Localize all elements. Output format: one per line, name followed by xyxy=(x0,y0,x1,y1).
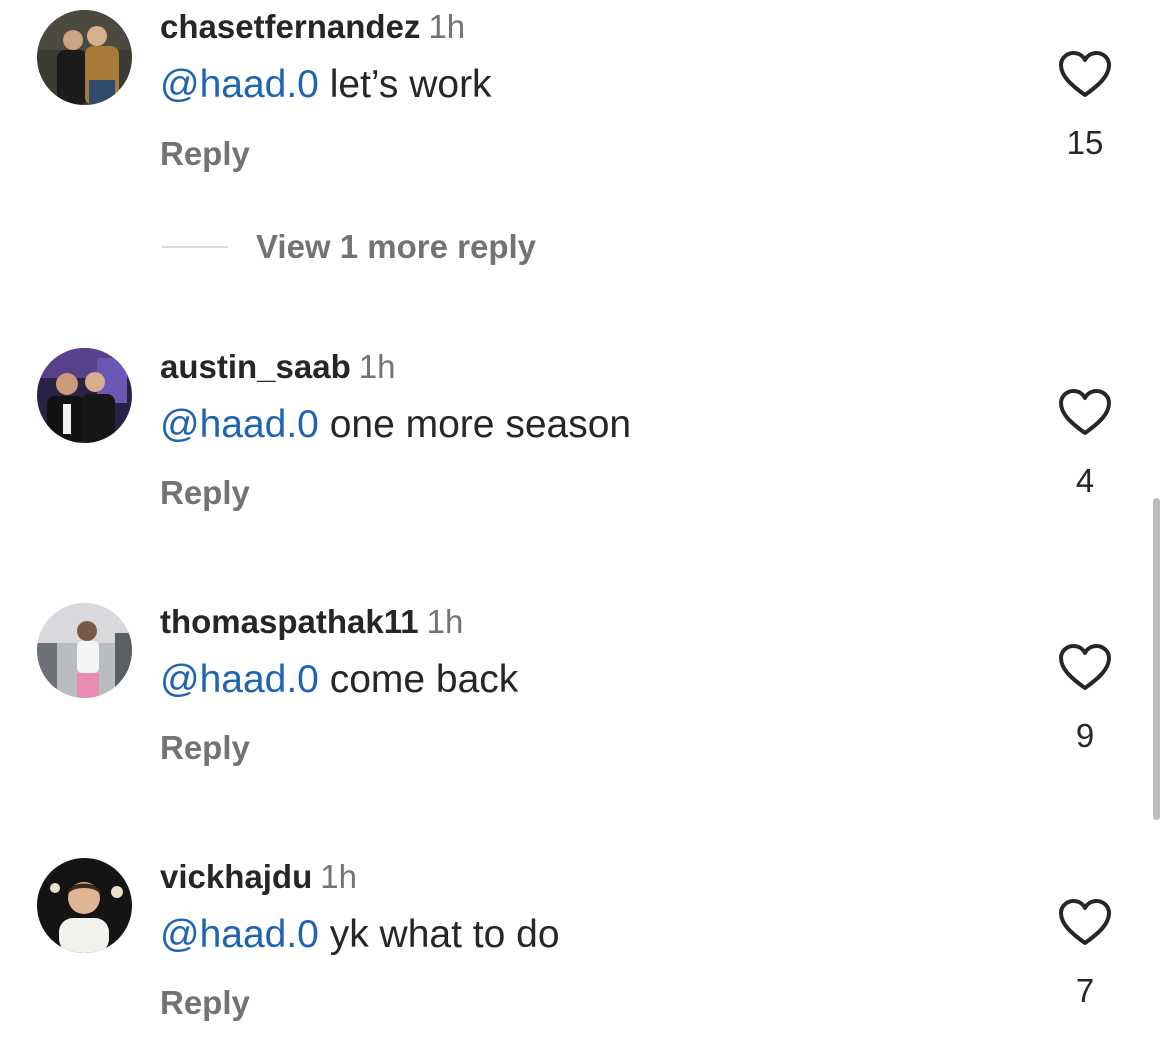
heart-outline-icon xyxy=(1059,899,1111,945)
comment-body: yk what to do xyxy=(318,913,560,956)
avatar-photo xyxy=(37,348,132,443)
avatar-photo xyxy=(37,10,132,105)
comment-body: let’s work xyxy=(318,63,492,106)
comment-time: 1h xyxy=(428,8,466,45)
comment-time: 1h xyxy=(426,603,464,640)
heart-outline-icon xyxy=(1059,51,1111,97)
like-button[interactable] xyxy=(1058,898,1112,946)
comment-text: @haad.0 let’s work xyxy=(160,62,492,108)
like-count: 9 xyxy=(1075,717,1095,754)
comment-username[interactable]: thomaspathak11 xyxy=(160,603,419,640)
like-button[interactable] xyxy=(1058,50,1112,98)
comment-username[interactable]: chasetfernandez xyxy=(160,8,420,45)
comment-text: @haad.0 yk what to do xyxy=(160,912,560,958)
reply-button[interactable]: Reply xyxy=(160,473,250,513)
reply-button[interactable]: Reply xyxy=(160,134,250,174)
avatar[interactable] xyxy=(37,10,132,105)
comment-body: one more season xyxy=(318,403,632,446)
comment-text: @haad.0 one more season xyxy=(160,402,631,448)
scrollbar-thumb[interactable] xyxy=(1153,498,1160,820)
mention-link[interactable]: @haad.0 xyxy=(160,658,319,701)
like-count: 7 xyxy=(1075,972,1095,1009)
comment-header: thomaspathak11 1h xyxy=(160,602,463,642)
mention-link[interactable]: @haad.0 xyxy=(160,913,319,956)
heart-outline-icon xyxy=(1059,644,1111,690)
like-button[interactable] xyxy=(1058,643,1112,691)
heart-outline-icon xyxy=(1059,389,1111,435)
mention-link[interactable]: @haad.0 xyxy=(160,63,319,106)
comment-time: 1h xyxy=(320,858,357,895)
comment-header: austin_saab 1h xyxy=(160,347,395,387)
avatar-photo xyxy=(37,858,132,953)
avatar-photo xyxy=(37,603,132,698)
comment-username[interactable]: vickhajdu xyxy=(160,858,312,895)
view-more-replies-label[interactable]: View 1 more reply xyxy=(256,227,536,267)
reply-button[interactable]: Reply xyxy=(160,983,250,1023)
comment-text: @haad.0 come back xyxy=(160,657,518,703)
mention-link[interactable]: @haad.0 xyxy=(160,403,319,446)
comment-body: come back xyxy=(318,658,519,701)
avatar[interactable] xyxy=(37,858,132,953)
like-button[interactable] xyxy=(1058,388,1112,436)
reply-thread-line xyxy=(162,246,228,248)
comment-username[interactable]: austin_saab xyxy=(160,348,351,385)
avatar[interactable] xyxy=(37,603,132,698)
comment-header: chasetfernandez 1h xyxy=(160,7,465,47)
comment-time: 1h xyxy=(358,348,396,385)
avatar[interactable] xyxy=(37,348,132,443)
like-count: 15 xyxy=(1066,124,1104,161)
comment-header: vickhajdu 1h xyxy=(160,857,357,897)
reply-button[interactable]: Reply xyxy=(160,728,250,768)
like-count: 4 xyxy=(1075,462,1095,499)
